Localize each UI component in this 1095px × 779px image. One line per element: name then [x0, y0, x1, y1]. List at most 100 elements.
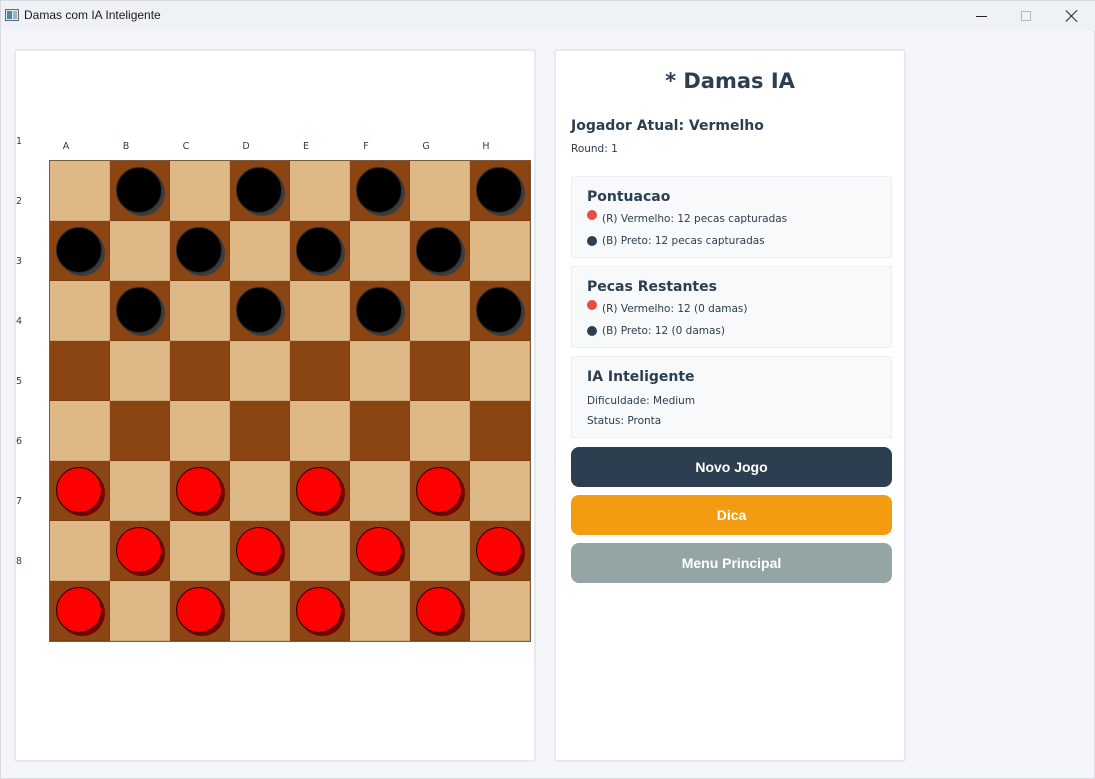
hint-button[interactable]: Dica	[571, 495, 892, 535]
board-square[interactable]	[410, 341, 470, 401]
board-square[interactable]	[410, 281, 470, 341]
board-square[interactable]	[50, 161, 110, 221]
board-square[interactable]	[110, 461, 170, 521]
board-square[interactable]	[410, 581, 470, 641]
red-piece[interactable]	[176, 587, 222, 633]
board-square[interactable]	[50, 581, 110, 641]
board-square[interactable]	[230, 521, 290, 581]
red-piece[interactable]	[296, 467, 342, 513]
board-square[interactable]	[350, 461, 410, 521]
board-square[interactable]	[290, 401, 350, 461]
board-square[interactable]	[170, 281, 230, 341]
board-square[interactable]	[110, 401, 170, 461]
board-square[interactable]	[110, 281, 170, 341]
red-piece[interactable]	[56, 467, 102, 513]
red-piece[interactable]	[116, 527, 162, 573]
board-square[interactable]	[350, 581, 410, 641]
board-square[interactable]	[170, 461, 230, 521]
black-piece[interactable]	[296, 227, 342, 273]
board-square[interactable]	[470, 341, 530, 401]
board-square[interactable]	[230, 401, 290, 461]
board-square[interactable]	[470, 281, 530, 341]
board-square[interactable]	[290, 521, 350, 581]
black-piece[interactable]	[476, 167, 522, 213]
red-piece[interactable]	[296, 587, 342, 633]
black-dot-icon	[587, 326, 597, 336]
board-square[interactable]	[230, 341, 290, 401]
board-square[interactable]	[50, 521, 110, 581]
row-label: 6	[16, 436, 23, 447]
red-piece[interactable]	[476, 527, 522, 573]
main-menu-button[interactable]: Menu Principal	[571, 543, 892, 583]
board-square[interactable]	[290, 221, 350, 281]
ai-title: IA Inteligente	[587, 369, 695, 385]
board-square[interactable]	[230, 161, 290, 221]
board-square[interactable]	[170, 161, 230, 221]
board-square[interactable]	[170, 581, 230, 641]
board-square[interactable]	[410, 521, 470, 581]
board-square[interactable]	[50, 281, 110, 341]
black-piece[interactable]	[116, 287, 162, 333]
board-square[interactable]	[230, 461, 290, 521]
board-square[interactable]	[470, 461, 530, 521]
board-square[interactable]	[350, 341, 410, 401]
board-square[interactable]	[410, 401, 470, 461]
board-square[interactable]	[470, 161, 530, 221]
board-square[interactable]	[290, 341, 350, 401]
black-piece[interactable]	[56, 227, 102, 273]
board-square[interactable]	[170, 521, 230, 581]
board-square[interactable]	[50, 401, 110, 461]
black-piece[interactable]	[356, 167, 402, 213]
new-game-button[interactable]: Novo Jogo	[571, 447, 892, 487]
board-square[interactable]	[110, 581, 170, 641]
board-square[interactable]	[110, 341, 170, 401]
board-square[interactable]	[230, 581, 290, 641]
board-square[interactable]	[170, 401, 230, 461]
board-square[interactable]	[350, 521, 410, 581]
board-square[interactable]	[290, 161, 350, 221]
minimize-button[interactable]	[958, 1, 1004, 31]
black-piece[interactable]	[236, 287, 282, 333]
red-piece[interactable]	[176, 467, 222, 513]
red-piece[interactable]	[416, 467, 462, 513]
board-square[interactable]	[410, 461, 470, 521]
board-square[interactable]	[290, 281, 350, 341]
black-piece[interactable]	[356, 287, 402, 333]
board-square[interactable]	[470, 401, 530, 461]
board-square[interactable]	[470, 221, 530, 281]
black-piece[interactable]	[176, 227, 222, 273]
board-square[interactable]	[410, 161, 470, 221]
score-black: (B) Preto: 12 pecas capturadas	[602, 235, 765, 247]
black-piece[interactable]	[476, 287, 522, 333]
board-square[interactable]	[350, 161, 410, 221]
board-square[interactable]	[50, 341, 110, 401]
board-square[interactable]	[50, 461, 110, 521]
red-piece[interactable]	[356, 527, 402, 573]
checkers-board[interactable]	[49, 160, 531, 642]
board-square[interactable]	[170, 221, 230, 281]
board-square[interactable]	[290, 581, 350, 641]
board-square[interactable]	[170, 341, 230, 401]
board-square[interactable]	[350, 401, 410, 461]
maximize-button[interactable]	[1003, 1, 1049, 31]
board-square[interactable]	[110, 221, 170, 281]
board-square[interactable]	[230, 221, 290, 281]
black-piece[interactable]	[236, 167, 282, 213]
score-black-line: (B) Preto: 12 pecas capturadas	[587, 235, 765, 247]
black-piece[interactable]	[116, 167, 162, 213]
black-piece[interactable]	[416, 227, 462, 273]
board-square[interactable]	[230, 281, 290, 341]
board-square[interactable]	[290, 461, 350, 521]
red-piece[interactable]	[416, 587, 462, 633]
red-piece[interactable]	[56, 587, 102, 633]
board-square[interactable]	[470, 581, 530, 641]
board-square[interactable]	[110, 521, 170, 581]
close-button[interactable]	[1049, 1, 1095, 31]
board-square[interactable]	[50, 221, 110, 281]
board-square[interactable]	[410, 221, 470, 281]
board-square[interactable]	[470, 521, 530, 581]
board-square[interactable]	[350, 221, 410, 281]
red-piece[interactable]	[236, 527, 282, 573]
board-square[interactable]	[350, 281, 410, 341]
board-square[interactable]	[110, 161, 170, 221]
